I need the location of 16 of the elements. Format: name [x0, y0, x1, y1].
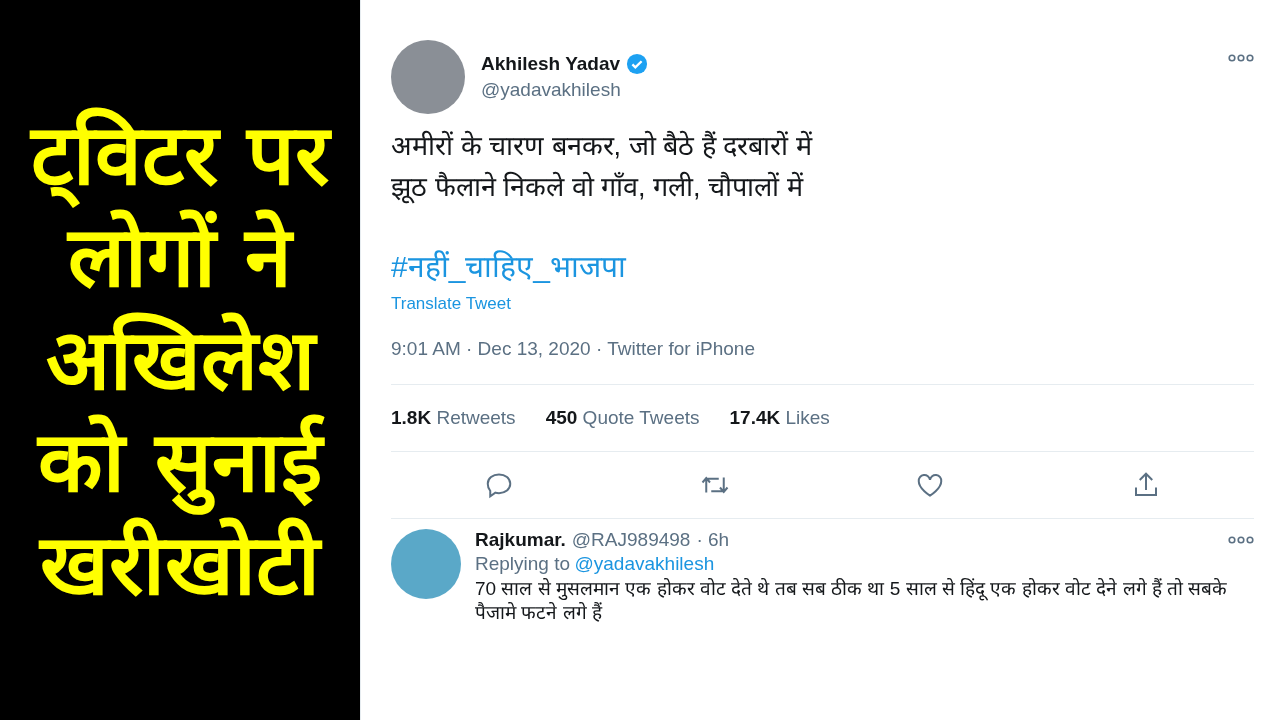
author-name[interactable]: Akhilesh Yadav: [481, 53, 621, 75]
reply-text: 70 साल से मुसलमान एक होकर वोट देते थे तब सब ठीक था 5 साल से हिंदू एक होकर वोट देने लगे हैं तो सबके पैजामे फटने लगे हैं: [475, 577, 1229, 625]
reply-author-name[interactable]: Rajkumar.: [475, 529, 566, 551]
tweet-text: अमीरों के चारण बनकर, जो बैठे हैं दरबारों में: [391, 129, 812, 163]
author-handle[interactable]: @yadavakhilesh: [481, 79, 1212, 101]
stat-link[interactable]: 1.8K Retweets: [391, 407, 516, 429]
headline: ट्विटर पर लोगों ने अखिलेश को सुनाई खरीखोटी: [28, 104, 333, 616]
reply-time: · 6h: [696, 529, 730, 551]
replying-label: Replying to: [475, 553, 571, 574]
reply-handle[interactable]: @RAJ989498: [571, 529, 691, 551]
stat-link[interactable]: 450 Quote Tweets: [545, 407, 700, 429]
tweet-timestamp: 9:01 AM · Dec 13, 2020 · Twitter for iPhone: [391, 338, 755, 360]
more-icon[interactable]: [1228, 536, 1254, 544]
more-icon[interactable]: [1228, 54, 1254, 62]
tweet-text: झूठ फैलाने निकले वो गाँव, गली, चौपालों में: [391, 170, 803, 206]
stat-link[interactable]: 17.4K Likes: [729, 407, 830, 429]
